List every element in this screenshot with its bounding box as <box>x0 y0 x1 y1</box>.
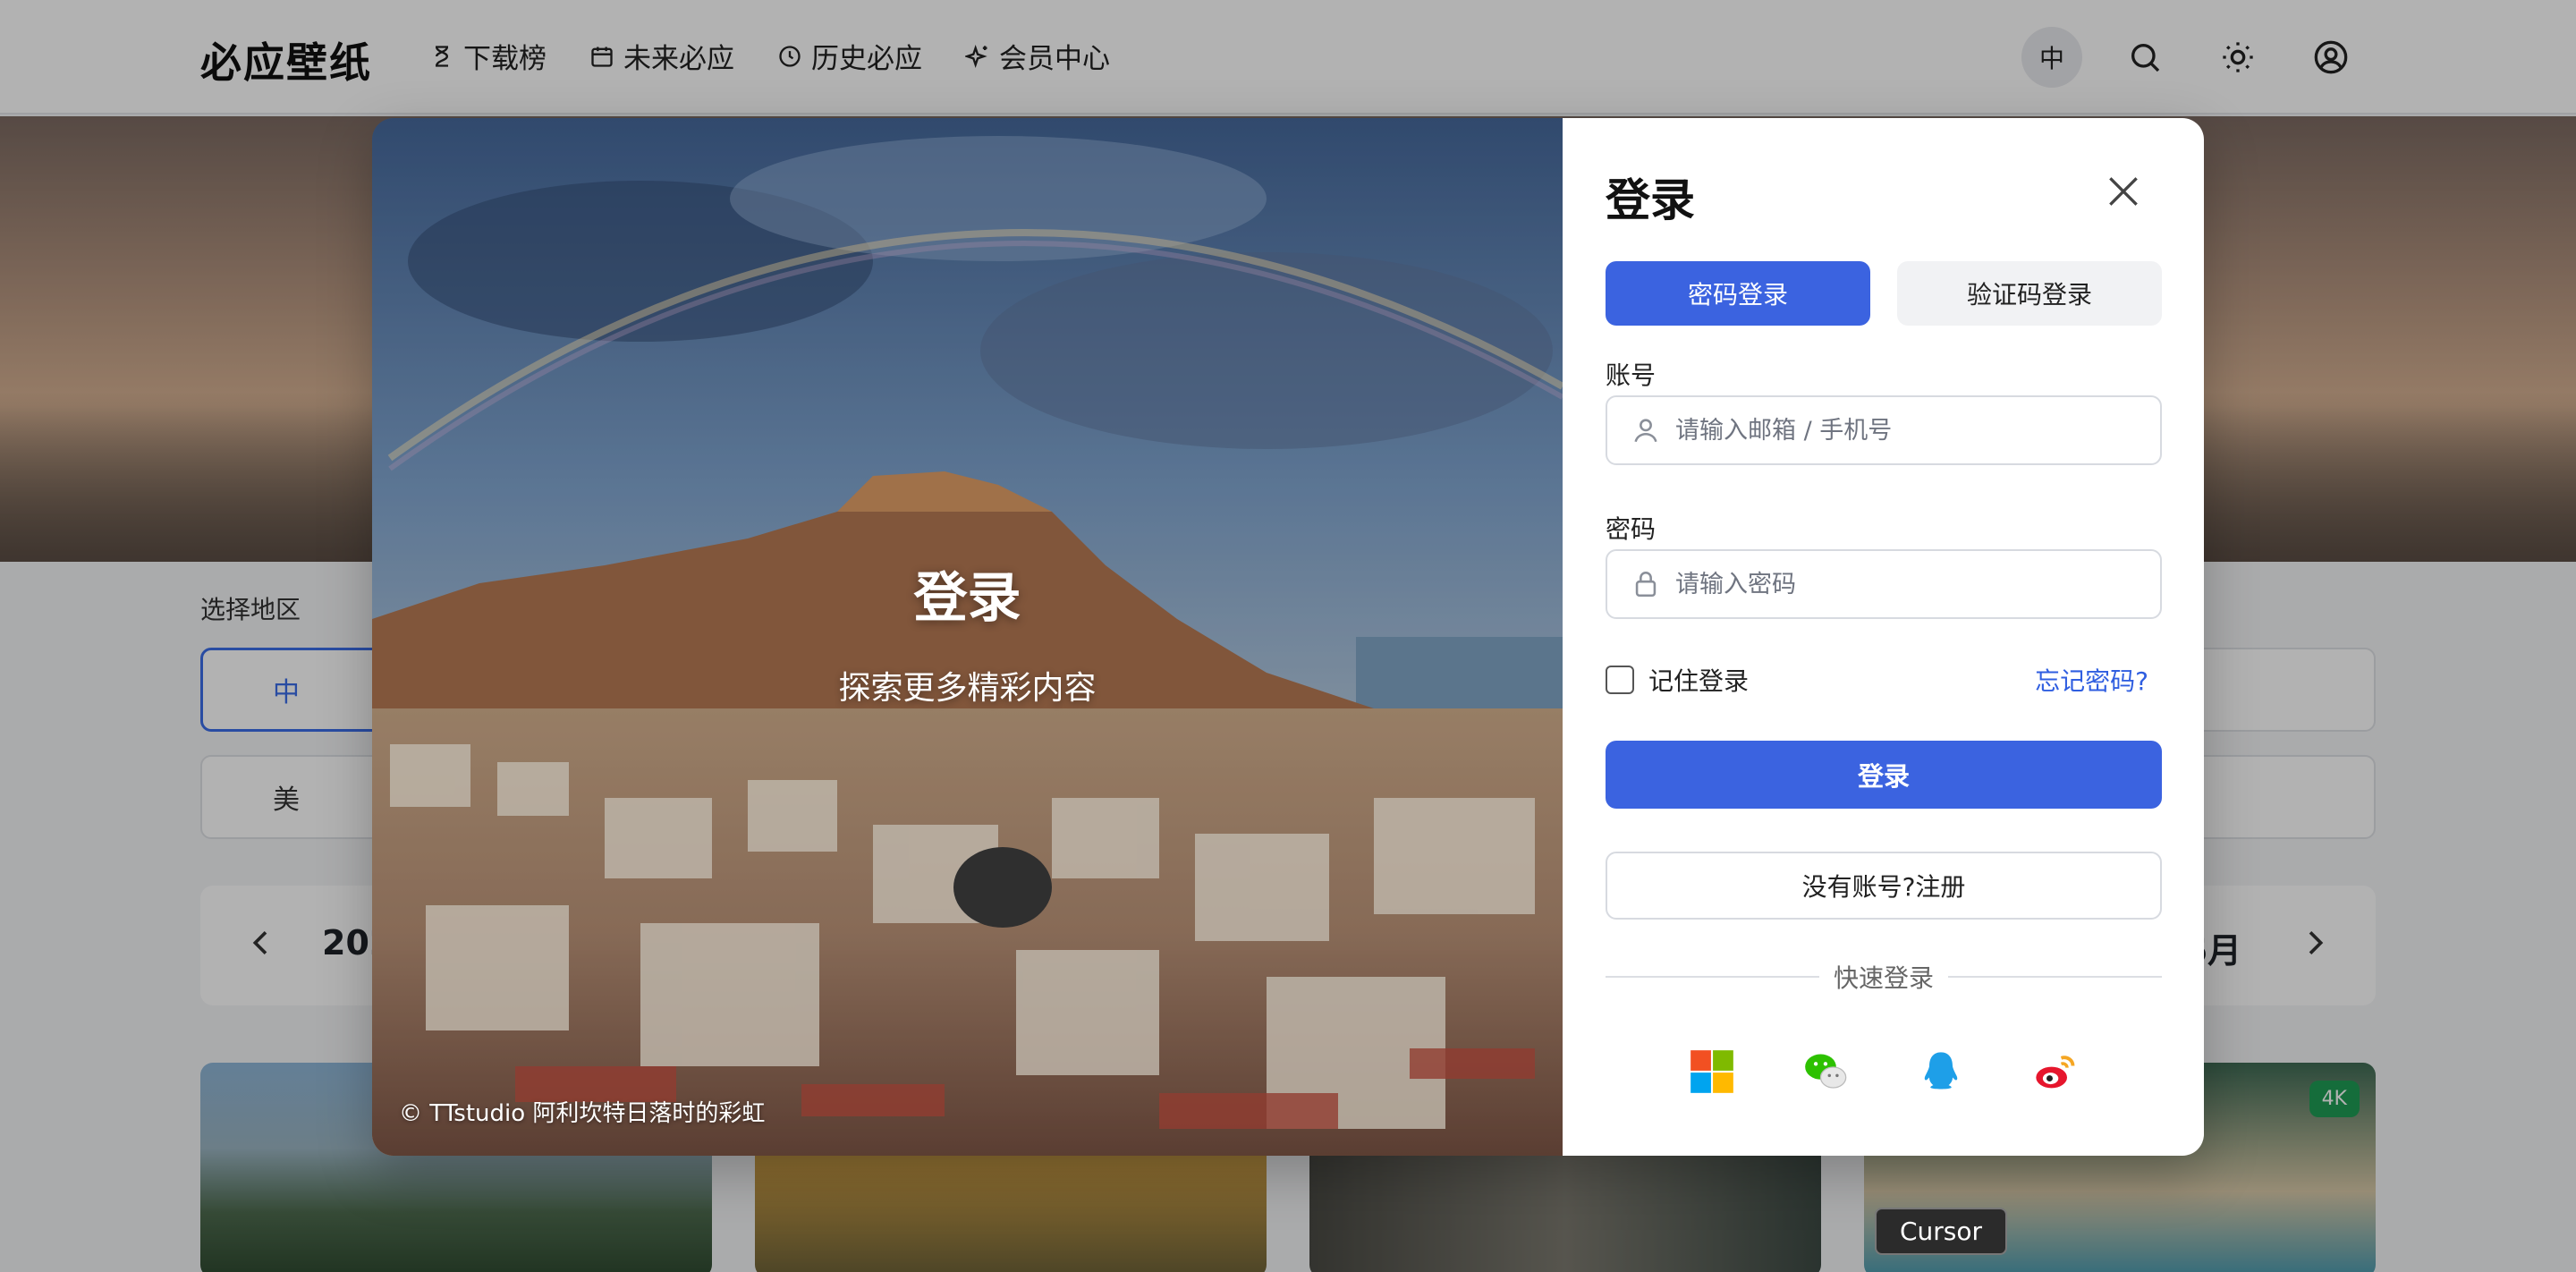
password-label: 密码 <box>1606 514 1657 544</box>
wechat-login-button[interactable] <box>1803 1048 1850 1095</box>
remember-login[interactable]: 记住登录 <box>1606 662 1749 698</box>
quick-login-divider: 快速登录 <box>1606 959 2163 995</box>
panel-title: 登录 <box>913 567 1021 630</box>
login-button[interactable]: 登录 <box>1606 741 2162 809</box>
microsoft-icon <box>1690 1050 1733 1093</box>
qq-icon <box>1924 1052 1957 1090</box>
cursor-tooltip: Cursor <box>1875 1208 2008 1255</box>
close-icon[interactable] <box>2104 172 2143 211</box>
weibo-icon <box>2035 1056 2074 1089</box>
forgot-password-link[interactable]: 忘记密码? <box>2035 662 2148 698</box>
quick-login-label: 快速登录 <box>1834 963 1935 993</box>
wallpaper-image <box>372 118 1563 1156</box>
user-icon <box>1634 419 1657 443</box>
login-modal: 登录 探索更多精彩内容 © TTstudio 阿利坎特日落时的彩虹 登录 密码登… <box>372 118 2204 1156</box>
photo-credit: © TTstudio 阿利坎特日落时的彩虹 <box>399 1095 765 1128</box>
account-field[interactable] <box>1606 395 2162 465</box>
register-button[interactable]: 没有账号?注册 <box>1606 852 2162 920</box>
modal-wallpaper-panel: 登录 探索更多精彩内容 © TTstudio 阿利坎特日落时的彩虹 <box>372 118 1563 1156</box>
qq-login-button[interactable] <box>1918 1048 1964 1095</box>
login-form-panel: 登录 密码登录 验证码登录 账号 密码 记住登录 忘记密码? 登录 没有账号?注… <box>1563 118 2204 1156</box>
tab-code-login[interactable]: 验证码登录 <box>1897 261 2162 326</box>
divider-line <box>1606 976 1819 978</box>
lock-icon <box>1635 572 1657 598</box>
social-login-options <box>1563 1048 2204 1095</box>
login-title: 登录 <box>1606 174 1695 226</box>
divider-line <box>1948 976 2163 978</box>
password-field[interactable] <box>1606 549 2162 619</box>
password-input[interactable] <box>1675 570 2140 598</box>
account-input[interactable] <box>1675 416 2140 445</box>
remember-label: 记住登录 <box>1648 666 1750 696</box>
panel-subtitle: 探索更多精彩内容 <box>838 670 1097 707</box>
tab-password-login[interactable]: 密码登录 <box>1606 261 1870 326</box>
weibo-login-button[interactable] <box>2032 1048 2079 1095</box>
microsoft-login-button[interactable] <box>1689 1048 1735 1095</box>
photo-credit-text: © TTstudio 阿利坎特日落时的彩虹 <box>399 1100 766 1127</box>
account-label: 账号 <box>1606 360 1657 390</box>
wechat-icon <box>1804 1054 1846 1089</box>
remember-checkbox[interactable] <box>1606 666 1634 694</box>
